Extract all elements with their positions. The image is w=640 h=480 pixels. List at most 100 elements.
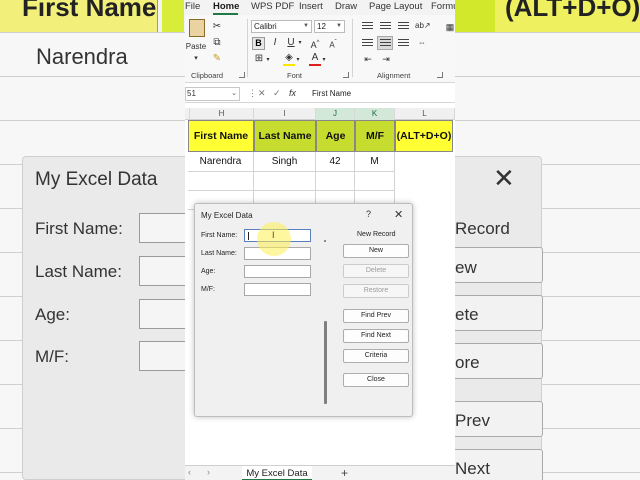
close-dialog-button[interactable]: Close <box>343 373 409 387</box>
fx-icon[interactable]: fx <box>289 88 296 98</box>
cell-age[interactable]: 42 <box>316 152 355 172</box>
bg-label-first-name: First Name: <box>35 219 123 238</box>
help-button[interactable]: ? <box>366 209 371 219</box>
new-button[interactable]: New <box>343 244 409 258</box>
alignment-launcher-icon[interactable] <box>437 72 443 78</box>
record-scrollbar[interactable] <box>324 321 327 404</box>
align-top-icon[interactable] <box>362 22 373 31</box>
mf-field[interactable] <box>244 283 311 296</box>
clipboard-launcher-icon[interactable] <box>239 72 245 78</box>
wrap-text-icon[interactable]: ▦ <box>445 21 455 33</box>
font-size-value: 12 <box>317 22 326 31</box>
align-right-icon[interactable] <box>398 39 409 48</box>
paste-label[interactable]: Paste <box>185 41 207 53</box>
column-header-h[interactable]: H <box>190 108 254 120</box>
cell-last-name[interactable]: Singh <box>254 152 316 172</box>
restore-button[interactable]: Restore <box>343 284 409 298</box>
sheet-tab-bar: ‹ › My Excel Data + <box>185 465 455 480</box>
bg-header-cell-green <box>162 0 184 32</box>
column-header-i[interactable]: I <box>254 108 316 120</box>
chevron-down-icon: ⌄ <box>231 90 237 97</box>
borders-icon[interactable]: ⊞ <box>253 53 265 65</box>
increase-indent-icon[interactable]: ⇥ <box>379 53 393 65</box>
font-size-combo[interactable]: 12 ▼ <box>314 20 345 33</box>
header-cell-mf[interactable]: M/F <box>355 120 395 152</box>
underline-button[interactable]: U <box>286 37 296 49</box>
column-header-l[interactable]: L <box>395 108 455 120</box>
header-cell-first-name[interactable]: First Name <box>188 120 254 152</box>
cut-icon[interactable]: ✂ <box>211 21 223 33</box>
age-field[interactable] <box>244 265 311 278</box>
cell-mf[interactable]: M <box>355 152 395 172</box>
bg-right-text: Record <box>455 219 510 238</box>
font-launcher-icon[interactable] <box>343 72 349 78</box>
bg-right-header-green <box>455 0 495 32</box>
criteria-button[interactable]: Criteria <box>343 349 409 363</box>
header-cell-last-name[interactable]: Last Name <box>254 120 316 152</box>
bg-right-text: ore <box>455 353 480 372</box>
name-box-value: 51 <box>187 89 196 98</box>
scrollbar-top <box>324 240 326 242</box>
copy-icon[interactable]: ⧉ <box>211 37 223 49</box>
tab-insert[interactable]: Insert <box>299 1 323 12</box>
bg-right-text: ew <box>455 258 477 277</box>
paste-dropdown-icon[interactable]: ▾ <box>191 53 201 65</box>
column-header-k[interactable]: K <box>355 108 395 120</box>
empty-cell[interactable] <box>188 172 254 191</box>
empty-cell[interactable] <box>316 172 355 191</box>
tab-file[interactable]: File <box>185 1 200 12</box>
group-divider <box>352 19 353 77</box>
borders-dropdown-icon[interactable]: ▾ <box>265 54 271 66</box>
enter-icon[interactable]: ✓ <box>273 88 281 99</box>
merge-center-icon[interactable]: ⇔ <box>415 37 429 49</box>
add-sheet-button[interactable]: + <box>341 466 348 480</box>
tab-wps-pdf[interactable]: WPS PDF <box>251 1 294 12</box>
tab-home[interactable]: Home <box>213 1 239 12</box>
tab-draw[interactable]: Draw <box>335 1 357 12</box>
align-bottom-icon[interactable] <box>398 22 409 31</box>
header-cell-age[interactable]: Age <box>316 120 355 152</box>
fill-dropdown-icon[interactable]: ▾ <box>295 54 301 66</box>
label-first-name: First Name: <box>201 232 238 239</box>
label-last-name: Last Name: <box>201 250 237 257</box>
align-left-icon[interactable] <box>362 39 373 48</box>
scroll-left-icon[interactable]: ‹ <box>188 467 191 477</box>
font-color-dropdown-icon[interactable]: ▾ <box>321 54 327 66</box>
find-next-button[interactable]: Find Next <box>343 329 409 343</box>
fill-color-icon[interactable]: ◈ <box>283 52 295 66</box>
align-center-icon[interactable] <box>380 39 391 48</box>
cell-first-name[interactable]: Narendra <box>188 152 254 172</box>
orientation-icon[interactable]: ab↗ <box>415 20 431 32</box>
bg-right-header-text: (ALT+D+O) <box>505 0 640 22</box>
sheet-tab-my-excel-data[interactable]: My Excel Data <box>242 466 312 480</box>
delete-button[interactable]: Delete <box>343 264 409 278</box>
font-name-combo[interactable]: Calibri ▼ <box>251 20 312 33</box>
empty-cell[interactable] <box>355 172 395 191</box>
decrease-font-icon[interactable]: Aˇ <box>326 37 340 52</box>
align-middle-icon[interactable] <box>380 22 391 31</box>
bold-button[interactable]: B <box>252 37 265 50</box>
name-box[interactable]: 51 ⌄ <box>185 87 240 101</box>
underline-dropdown-icon[interactable]: ▾ <box>297 37 303 49</box>
increase-font-icon[interactable]: A^ <box>308 37 322 51</box>
bg-close-icon: ✕ <box>493 163 515 193</box>
formula-content[interactable]: First Name <box>312 89 351 98</box>
data-form-dialog: My Excel Data ? ✕ First Name: Last Name:… <box>194 203 413 417</box>
find-prev-button[interactable]: Find Prev <box>343 309 409 323</box>
italic-button[interactable]: I <box>270 37 280 49</box>
empty-cell[interactable] <box>254 172 316 191</box>
column-header-j[interactable]: J <box>316 108 355 120</box>
font-color-icon[interactable]: A <box>309 52 321 66</box>
header-cell-shortcut[interactable]: (ALT+D+O) <box>395 120 453 152</box>
tab-page-layout[interactable]: Page Layout <box>369 1 422 12</box>
cancel-icon[interactable]: ✕ <box>258 88 266 99</box>
format-painter-icon[interactable]: ✎ <box>211 53 223 65</box>
group-divider <box>247 19 248 77</box>
scroll-right-icon[interactable]: › <box>207 467 210 477</box>
tab-formulas[interactable]: Formu <box>431 1 455 12</box>
decrease-indent-icon[interactable]: ⇤ <box>361 53 375 65</box>
font-name-value: Calibri <box>254 22 277 31</box>
paste-icon[interactable] <box>189 19 205 37</box>
clipboard-group-label: Clipboard <box>191 71 224 80</box>
close-button[interactable]: ✕ <box>394 208 403 221</box>
